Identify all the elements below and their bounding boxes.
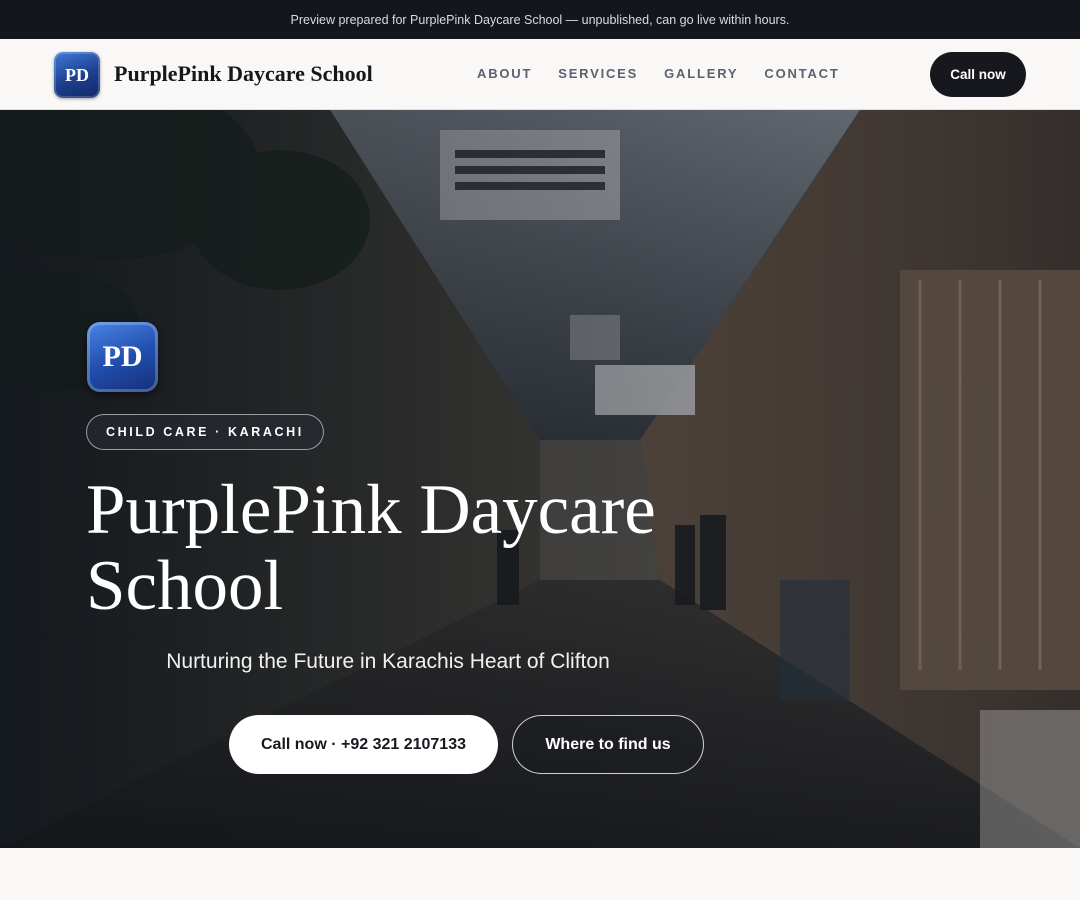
hero-subtitle: Nurturing the Future in Karachis Heart o… bbox=[166, 650, 610, 673]
hero-section: PD CHILD CARE · KARACHI PurplePink Dayca… bbox=[0, 110, 1080, 848]
brand-name[interactable]: PurplePink Daycare School bbox=[114, 61, 373, 87]
nav-link-contact[interactable]: CONTACT bbox=[764, 66, 839, 81]
hero-category-badge: CHILD CARE · KARACHI bbox=[86, 414, 324, 450]
next-section bbox=[0, 848, 1080, 900]
site-header: PD PurplePink Daycare School ABOUT SERVI… bbox=[0, 39, 1080, 110]
brand-logo[interactable]: PD bbox=[54, 52, 100, 98]
hero-logo: PD bbox=[87, 322, 158, 392]
header-call-button[interactable]: Call now bbox=[930, 52, 1026, 97]
nav-link-about[interactable]: ABOUT bbox=[477, 66, 532, 81]
preview-notice: Preview prepared for PurplePink Daycare … bbox=[290, 12, 790, 27]
nav-link-gallery[interactable]: GALLERY bbox=[664, 66, 738, 81]
hero-title: PurplePink Daycare School bbox=[86, 471, 656, 625]
main-nav: ABOUT SERVICES GALLERY CONTACT bbox=[477, 66, 866, 81]
find-us-button[interactable]: Where to find us bbox=[512, 715, 704, 774]
preview-banner: Preview prepared for PurplePink Daycare … bbox=[0, 0, 1080, 39]
nav-link-services[interactable]: SERVICES bbox=[558, 66, 638, 81]
call-phone-button[interactable]: Call now · +92 321 2107133 bbox=[229, 715, 498, 774]
